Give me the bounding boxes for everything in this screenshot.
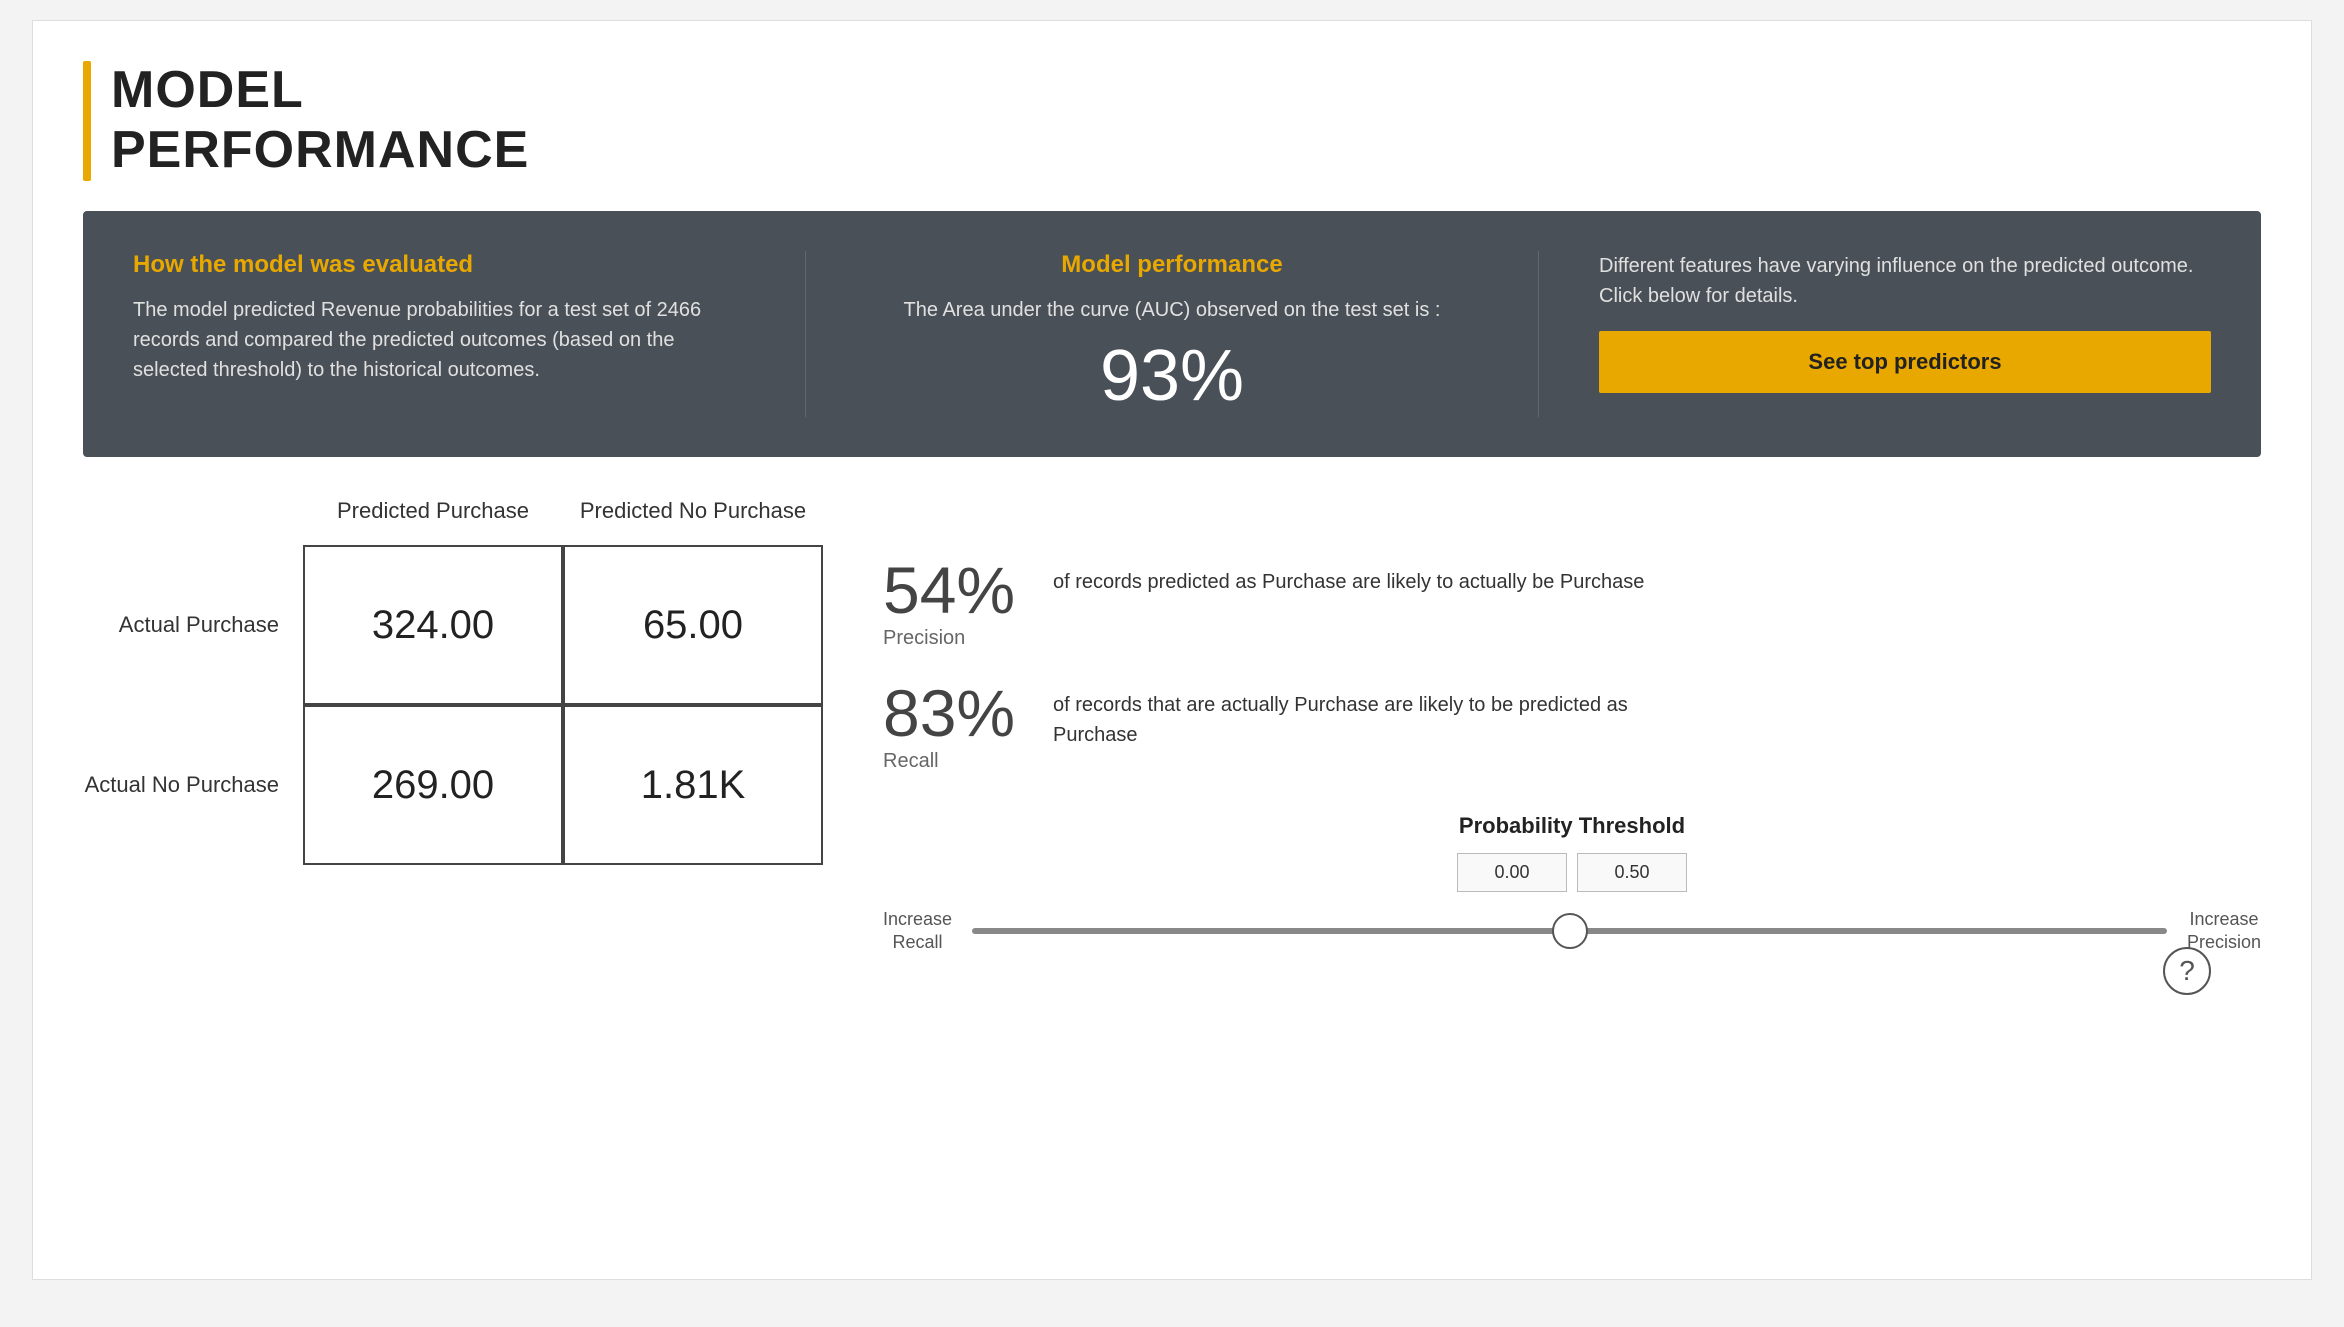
- threshold-slider-container[interactable]: [972, 911, 2167, 951]
- cell-tp: 324.00: [303, 545, 563, 705]
- cell-tn: 1.81K: [563, 705, 823, 865]
- threshold-max-input[interactable]: [1577, 853, 1687, 892]
- col-header-purchase: Predicted Purchase: [303, 497, 563, 546]
- banner-section-predictors: Different features have varying influenc…: [1599, 251, 2211, 393]
- precision-block: 54% Precision: [883, 557, 1023, 650]
- recall-desc: of records that are actually Purchase ar…: [1053, 680, 1653, 750]
- performance-text: The Area under the curve (AUC) observed …: [904, 295, 1441, 325]
- row-label-actual-purchase: Actual Purchase: [83, 612, 303, 638]
- help-icon-container: ?: [2163, 947, 2211, 995]
- matrix-rows: Actual Purchase 324.00 65.00 Actual No P…: [83, 545, 823, 865]
- precision-row: 54% Precision of records predicted as Pu…: [883, 557, 2261, 650]
- matrix-grid-row-1: 324.00 65.00: [303, 545, 823, 705]
- evaluation-title: How the model was evaluated: [133, 251, 745, 279]
- col-header-no-purchase: Predicted No Purchase: [563, 497, 823, 546]
- info-banner: How the model was evaluated The model pr…: [83, 211, 2261, 457]
- slider-thumb[interactable]: [1552, 913, 1588, 949]
- help-icon[interactable]: ?: [2163, 947, 2211, 995]
- auc-value: 93%: [1100, 335, 1244, 417]
- row-label-actual-no-purchase: Actual No Purchase: [83, 772, 303, 798]
- confusion-matrix-section: Predicted Purchase Predicted No Purchase…: [83, 497, 823, 866]
- page-title: MODEL PERFORMANCE: [111, 61, 529, 181]
- metrics-section: 54% Precision of records predicted as Pu…: [883, 497, 2261, 955]
- threshold-title: Probability Threshold: [883, 813, 2261, 839]
- divider-1: [805, 251, 806, 417]
- see-top-predictors-button[interactable]: See top predictors: [1599, 331, 2211, 393]
- main-content: Predicted Purchase Predicted No Purchase…: [83, 487, 2261, 965]
- precision-value: 54%: [883, 557, 1015, 623]
- banner-section-performance: Model performance The Area under the cur…: [866, 251, 1478, 417]
- threshold-slider-row: IncreaseRecall IncreasePrecision: [883, 908, 2261, 955]
- matrix-row-1: Actual Purchase 324.00 65.00: [83, 545, 823, 705]
- recall-row: 83% Recall of records that are actually …: [883, 680, 2261, 773]
- recall-label: Recall: [883, 750, 939, 773]
- evaluation-text: The model predicted Revenue probabilitie…: [133, 295, 745, 385]
- precision-label: Precision: [883, 627, 965, 650]
- increase-recall-label: IncreaseRecall: [883, 908, 952, 955]
- main-card: MODEL PERFORMANCE How the model was eval…: [32, 20, 2312, 1280]
- cell-fp: 269.00: [303, 705, 563, 865]
- precision-desc: of records predicted as Purchase are lik…: [1053, 557, 1644, 597]
- threshold-inputs: [883, 853, 2261, 892]
- threshold-min-input[interactable]: [1457, 853, 1567, 892]
- accent-bar: [83, 61, 91, 181]
- matrix-grid-row-2: 269.00 1.81K: [303, 705, 823, 865]
- divider-2: [1538, 251, 1539, 417]
- performance-title: Model performance: [1061, 251, 1282, 279]
- predictors-text: Different features have varying influenc…: [1599, 251, 2211, 311]
- threshold-section: Probability Threshold IncreaseRecall Inc…: [883, 813, 2261, 955]
- cell-fn: 65.00: [563, 545, 823, 705]
- matrix-row-2: Actual No Purchase 269.00 1.81K: [83, 705, 823, 865]
- content-wrapper: Predicted Purchase Predicted No Purchase…: [83, 487, 2261, 965]
- recall-value: 83%: [883, 680, 1015, 746]
- banner-section-evaluation: How the model was evaluated The model pr…: [133, 251, 745, 385]
- matrix-col-headers: Predicted Purchase Predicted No Purchase: [303, 497, 823, 546]
- recall-block: 83% Recall: [883, 680, 1023, 773]
- header: MODEL PERFORMANCE: [83, 61, 2261, 181]
- slider-track: [972, 928, 2167, 934]
